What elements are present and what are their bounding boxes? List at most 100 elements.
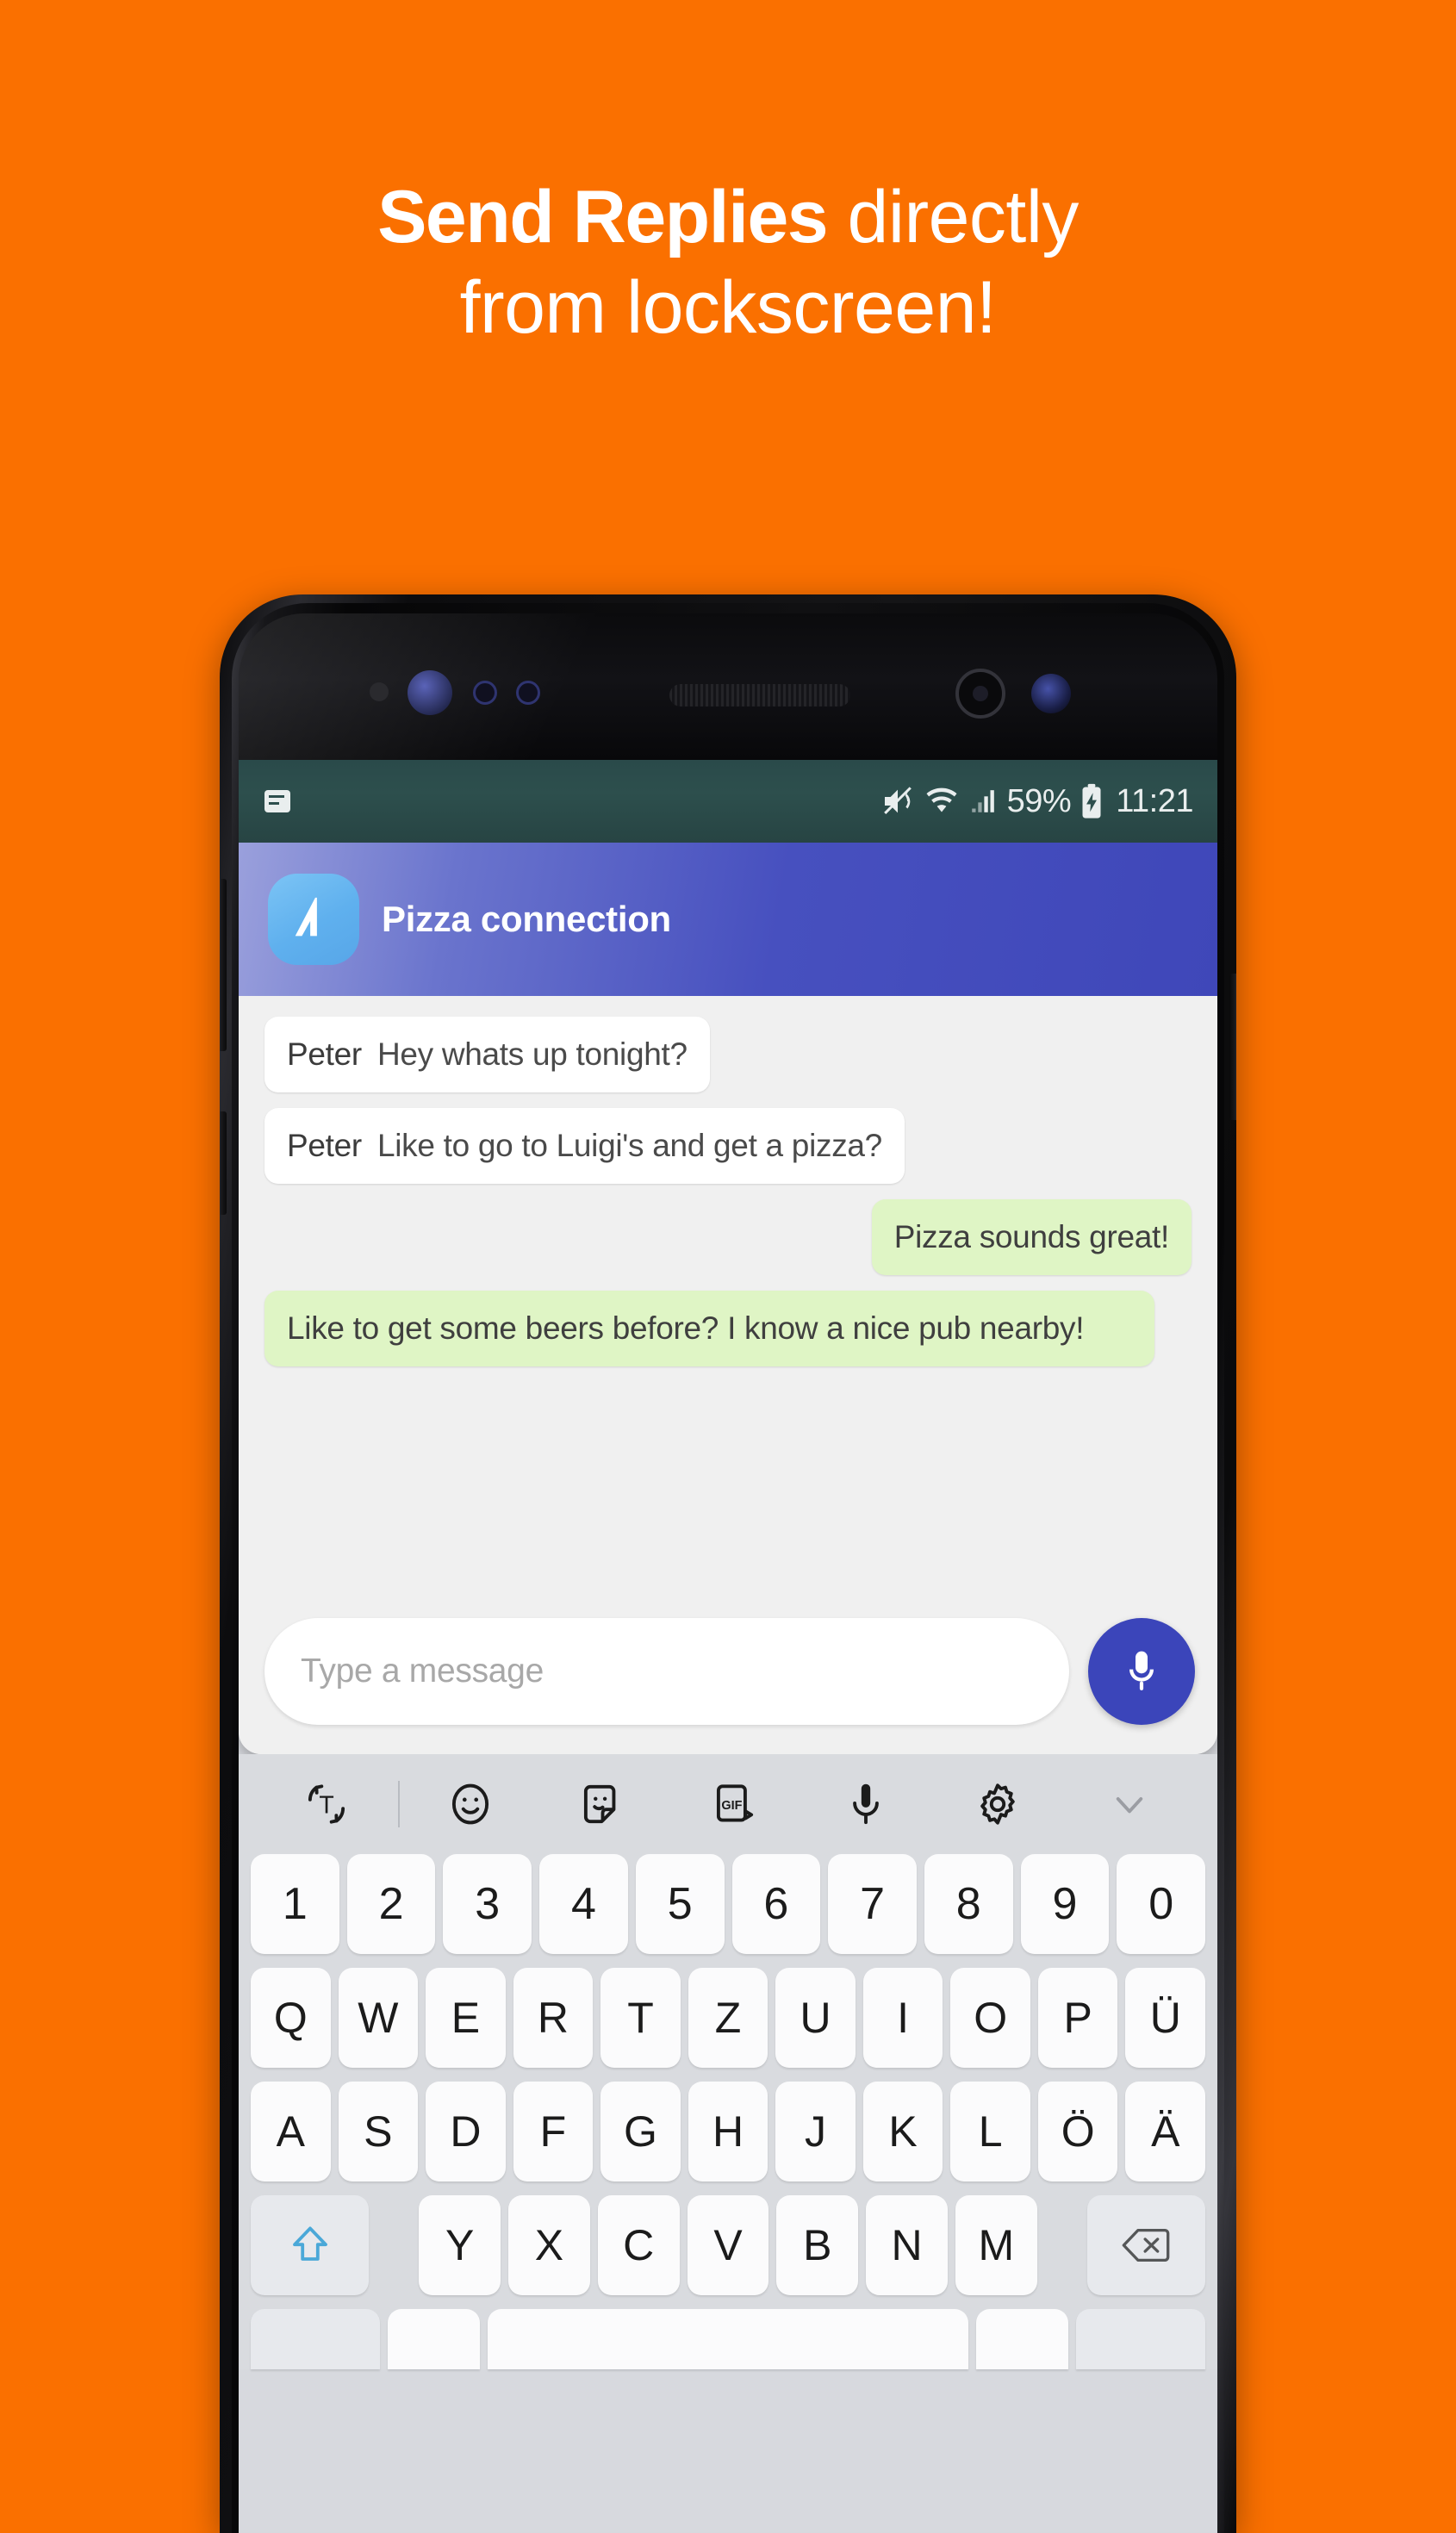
key-9[interactable]: 9: [1020, 1854, 1110, 1954]
keyboard-row-numbers: 1 2 3 4 5 6 7 8 9 0: [246, 1854, 1210, 1954]
key-g[interactable]: G: [600, 2082, 681, 2181]
chat-bubble-incoming[interactable]: Peter Hey whats up tonight?: [264, 1017, 710, 1093]
space-key[interactable]: [488, 2309, 968, 2369]
notification-header[interactable]: Pizza connection: [239, 843, 1217, 996]
signal-bars-icon: [968, 784, 998, 818]
keyboard-row-top: Q W E R T Z U I O P Ü: [246, 1968, 1210, 2068]
key-k[interactable]: K: [862, 2082, 943, 2181]
page-headline: Send Replies directly from lockscreen!: [0, 172, 1456, 353]
key-z[interactable]: Z: [688, 1968, 768, 2068]
key-b[interactable]: B: [776, 2195, 859, 2295]
backspace-icon[interactable]: [1086, 2195, 1205, 2295]
headline-light-text: directly: [827, 176, 1080, 258]
phone-device: 59% 11:21 Pizza connection Peter Hey wha…: [220, 594, 1236, 2533]
light-sensor-icon: [473, 681, 497, 705]
status-bar: 59% 11:21: [239, 760, 1217, 843]
key-8[interactable]: 8: [924, 1854, 1013, 1954]
settings-gear-icon[interactable]: [931, 1754, 1063, 1854]
chat-message-list: Peter Hey whats up tonight? Peter Like to …: [239, 996, 1217, 1599]
key-c[interactable]: C: [597, 2195, 680, 2295]
battery-percent-label: 59%: [1006, 782, 1072, 819]
svg-text:T: T: [320, 1791, 334, 1819]
key-2[interactable]: 2: [346, 1854, 436, 1954]
status-bar-right: 59% 11:21: [880, 783, 1193, 820]
gif-icon[interactable]: GIF: [669, 1754, 800, 1854]
chat-bubble-incoming[interactable]: Peter Like to go to Luigi's and get a piz…: [264, 1108, 905, 1185]
key-e[interactable]: E: [426, 1968, 506, 2068]
symbols-key[interactable]: [251, 2309, 381, 2369]
message-input[interactable]: Type a message: [264, 1618, 1069, 1725]
key-p[interactable]: P: [1037, 1968, 1118, 2068]
key-5[interactable]: 5: [635, 1854, 725, 1954]
key-3[interactable]: 3: [443, 1854, 532, 1954]
secondary-sensor-icon: [516, 681, 540, 705]
message-text: Like to get some beers before? I know a …: [287, 1310, 1085, 1347]
shift-arrow-icon[interactable]: [251, 2195, 370, 2295]
proximity-sensor-icon: [370, 682, 389, 701]
sticker-icon[interactable]: [537, 1754, 669, 1854]
message-composer: Type a message: [239, 1599, 1217, 1754]
headline-line-1: Send Replies directly: [78, 172, 1378, 263]
earpiece-speaker: [669, 684, 850, 706]
key-a-umlaut[interactable]: Ä: [1125, 2082, 1206, 2181]
key-j[interactable]: J: [775, 2082, 856, 2181]
chat-bubble-outgoing[interactable]: Pizza sounds great!: [871, 1199, 1192, 1276]
key-y[interactable]: Y: [419, 2195, 501, 2295]
wifi-icon: [924, 784, 959, 818]
key-o[interactable]: O: [950, 1968, 1030, 2068]
key-o-umlaut[interactable]: Ö: [1037, 2082, 1118, 2181]
key-v[interactable]: V: [687, 2195, 769, 2295]
comma-key[interactable]: [388, 2309, 481, 2369]
row-spacer: [1045, 2195, 1080, 2295]
enter-key[interactable]: [1075, 2309, 1205, 2369]
period-key[interactable]: [975, 2309, 1068, 2369]
key-n[interactable]: N: [866, 2195, 948, 2295]
microphone-icon[interactable]: [1088, 1618, 1195, 1725]
app-logo-icon: [268, 874, 359, 965]
key-0[interactable]: 0: [1117, 1854, 1206, 1954]
phone-screen: 59% 11:21 Pizza connection Peter Hey wha…: [239, 760, 1217, 2533]
key-w[interactable]: W: [338, 1968, 419, 2068]
keyboard-rows: 1 2 3 4 5 6 7 8 9 0 Q W E R T Z U I O P …: [239, 1854, 1217, 2369]
key-7[interactable]: 7: [828, 1854, 917, 1954]
microphone-icon[interactable]: [800, 1754, 931, 1854]
key-6[interactable]: 6: [731, 1854, 821, 1954]
key-h[interactable]: H: [688, 2082, 768, 2181]
mute-vibrate-icon: [880, 784, 915, 818]
key-s[interactable]: S: [338, 2082, 419, 2181]
key-t[interactable]: T: [600, 1968, 681, 2068]
notification-card[interactable]: Pizza connection Peter Hey whats up tonig…: [239, 843, 1217, 1754]
key-r[interactable]: R: [513, 1968, 594, 2068]
chat-bubble-outgoing[interactable]: Like to get some beers before? I know a …: [264, 1291, 1154, 1367]
key-m[interactable]: M: [955, 2195, 1037, 2295]
key-u[interactable]: U: [775, 1968, 856, 2068]
chevron-down-icon[interactable]: [1063, 1754, 1195, 1854]
key-l[interactable]: L: [950, 2082, 1030, 2181]
key-u-umlaut[interactable]: Ü: [1125, 1968, 1206, 2068]
keyboard-row-bottom: Y X C V B N M: [246, 2195, 1210, 2295]
key-x[interactable]: X: [508, 2195, 590, 2295]
clock-label: 11:21: [1116, 782, 1193, 819]
keyboard-toolbar: T GIF: [239, 1754, 1217, 1854]
message-text: Pizza sounds great!: [893, 1219, 1170, 1255]
key-1[interactable]: 1: [250, 1854, 339, 1954]
emoji-icon[interactable]: [405, 1754, 537, 1854]
message-sender-name: Peter: [287, 1128, 362, 1164]
key-d[interactable]: D: [426, 2082, 506, 2181]
ir-camera-icon: [955, 669, 1005, 719]
volume-button[interactable]: [220, 879, 227, 1051]
phone-top-bezel: [239, 613, 1217, 760]
key-4[interactable]: 4: [539, 1854, 628, 1954]
key-q[interactable]: Q: [251, 1968, 331, 2068]
key-a[interactable]: A: [251, 2082, 331, 2181]
bixby-button[interactable]: [220, 1111, 227, 1215]
power-button[interactable]: [1229, 974, 1236, 1120]
message-sender-name: Peter: [287, 1036, 362, 1072]
key-f[interactable]: F: [513, 2082, 594, 2181]
translate-icon[interactable]: T: [261, 1754, 393, 1854]
key-i[interactable]: I: [862, 1968, 943, 2068]
message-text: Like to go to Luigi's and get a pizza?: [376, 1128, 882, 1164]
status-bar-left: [264, 790, 880, 812]
headline-bold-text: Send Replies: [377, 176, 829, 258]
soft-keyboard: T GIF 1 2 3 4 5 6 7 8 9 0 Q W E R T Z U …: [239, 1754, 1217, 2369]
